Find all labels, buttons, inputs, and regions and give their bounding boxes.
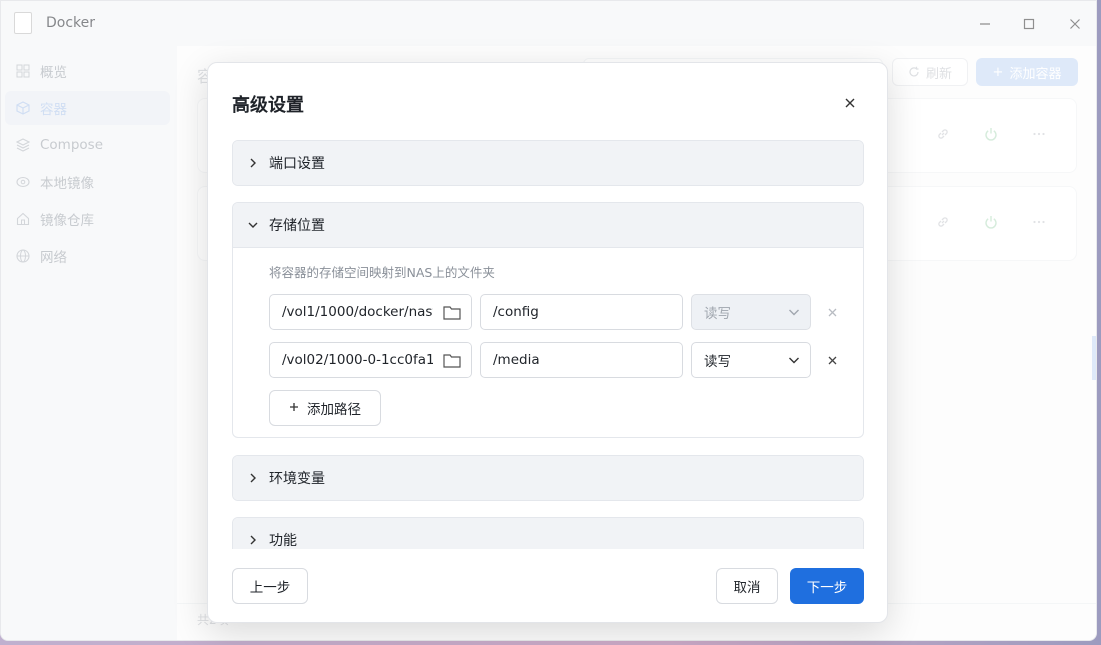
plus-icon [289, 400, 299, 416]
section-header[interactable]: 存储位置 [233, 203, 863, 247]
mode-value: 读写 [704, 354, 731, 370]
add-path-button[interactable]: 添加路径 [269, 390, 381, 426]
previous-step-button[interactable]: 上一步 [232, 568, 308, 604]
close-icon [828, 356, 836, 364]
cancel-button[interactable]: 取消 [716, 568, 778, 604]
folder-icon[interactable] [433, 343, 471, 377]
remove-row-button[interactable] [822, 350, 842, 370]
section-header[interactable]: 功能 [233, 518, 863, 549]
section-label: 端口设置 [269, 156, 325, 172]
section-header[interactable]: 环境变量 [233, 456, 863, 500]
container-path-value: /config [493, 304, 539, 320]
storage-description: 将容器的存储空间映射到NAS上的文件夹 [269, 265, 495, 280]
chevron-down-icon [788, 354, 800, 370]
add-path-label: 添加路径 [307, 402, 361, 418]
section-label: 环境变量 [269, 471, 325, 487]
container-path-field[interactable]: /config [480, 294, 683, 330]
folder-icon[interactable] [433, 295, 471, 329]
mode-select: 读写 [691, 294, 811, 330]
mode-select[interactable]: 读写 [691, 342, 811, 378]
section-header[interactable]: 端口设置 [233, 141, 863, 185]
dialog-close-button[interactable] [838, 91, 862, 115]
container-path-value: /media [493, 352, 540, 368]
chevron-down-icon [247, 221, 259, 229]
section-environment-variables: 环境变量 [232, 455, 864, 501]
section-label: 存储位置 [269, 218, 325, 234]
section-body: 将容器的存储空间映射到NAS上的文件夹 /vol1/1000/docker/na… [233, 247, 863, 437]
chevron-right-icon [247, 158, 259, 168]
host-path-field[interactable]: /vol02/1000-0-1cc0fa1b/ [269, 342, 472, 378]
chevron-right-icon [247, 535, 259, 545]
close-icon [828, 308, 836, 316]
section-label: 功能 [269, 533, 297, 549]
mode-value: 读写 [704, 306, 731, 322]
container-path-field[interactable]: /media [480, 342, 683, 378]
remove-row-button [822, 302, 842, 322]
chevron-right-icon [247, 473, 259, 483]
dialog-title: 高级设置 [232, 95, 304, 116]
section-port-settings: 端口设置 [232, 140, 864, 186]
section-capabilities: 功能 [232, 517, 864, 549]
section-storage: 存储位置 将容器的存储空间映射到NAS上的文件夹 /vol1/1000/dock… [232, 202, 864, 438]
host-path-field[interactable]: /vol1/1000/docker/nastools [269, 294, 472, 330]
close-icon [845, 98, 855, 108]
next-step-button[interactable]: 下一步 [790, 568, 864, 604]
advanced-settings-dialog: 高级设置 端口设置 存储位置 将容器的存储空间映射到NAS上的文件夹 /vol1… [207, 62, 888, 623]
host-path-value: /vol02/1000-0-1cc0fa1b/ [282, 352, 448, 368]
chevron-down-icon [788, 306, 800, 322]
